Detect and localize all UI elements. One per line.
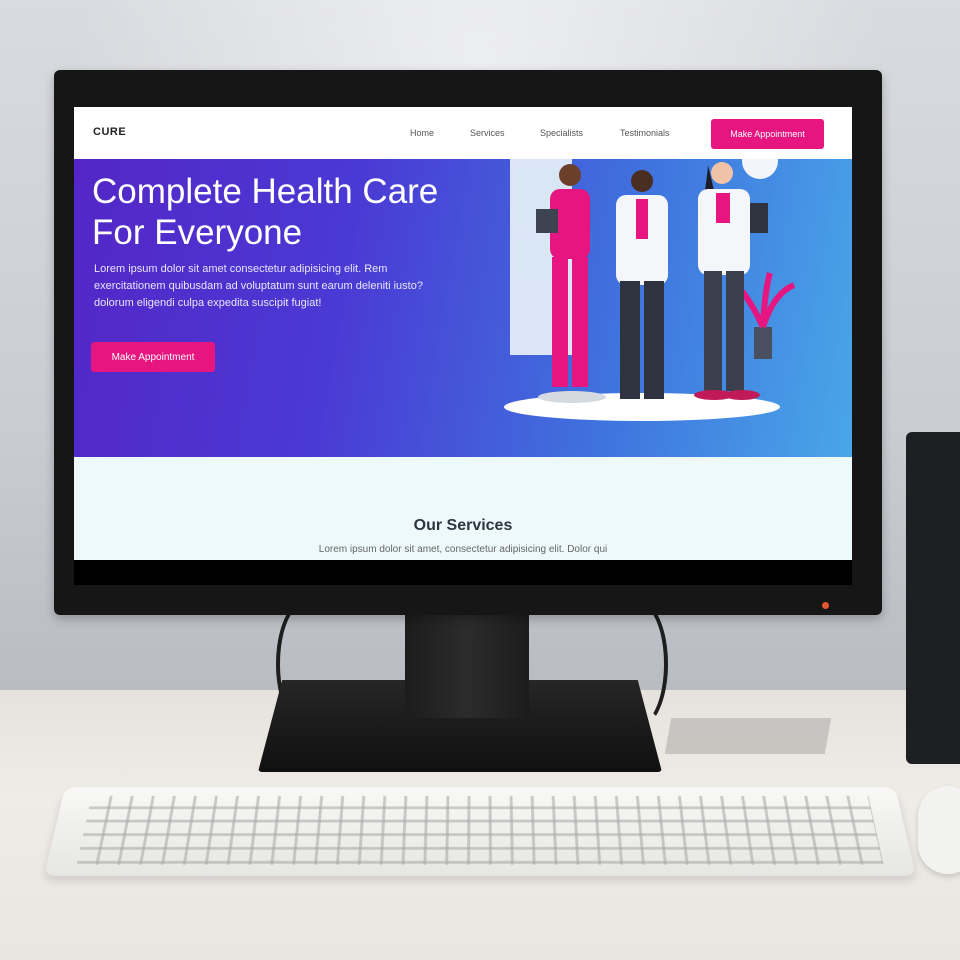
keyboard-keys: [76, 796, 883, 865]
monitor-stand-neck: [405, 614, 529, 718]
nav-make-appointment-button[interactable]: Make Appointment: [711, 119, 824, 149]
keyboard: [44, 787, 916, 876]
speaker: [906, 432, 960, 764]
hero-title: Complete Health Care For Everyone: [92, 171, 452, 253]
website: CURE Home Services Specialists Testimoni…: [74, 107, 852, 560]
nav-link-home[interactable]: Home: [410, 128, 434, 138]
mouse: [918, 786, 960, 874]
site-logo[interactable]: CURE: [93, 126, 126, 138]
navbar: CURE Home Services Specialists Testimoni…: [74, 107, 852, 159]
nav-link-specialists[interactable]: Specialists: [540, 128, 583, 138]
services-description: Lorem ipsum dolor sit amet, consectetur …: [74, 544, 852, 555]
nav-link-testimonials[interactable]: Testimonials: [620, 128, 670, 138]
hero-make-appointment-button[interactable]: Make Appointment: [91, 342, 215, 372]
doctors-illustration: [502, 159, 852, 457]
services-title: Our Services: [74, 517, 852, 535]
hero-section: Complete Health Care For Everyone Lorem …: [74, 159, 852, 457]
nav-link-services[interactable]: Services: [470, 128, 505, 138]
monitor-screen: CURE Home Services Specialists Testimoni…: [74, 107, 852, 585]
hero-description: Lorem ipsum dolor sit amet consectetur a…: [94, 261, 434, 312]
desk-card: [665, 718, 831, 754]
power-led-icon: [822, 602, 829, 609]
